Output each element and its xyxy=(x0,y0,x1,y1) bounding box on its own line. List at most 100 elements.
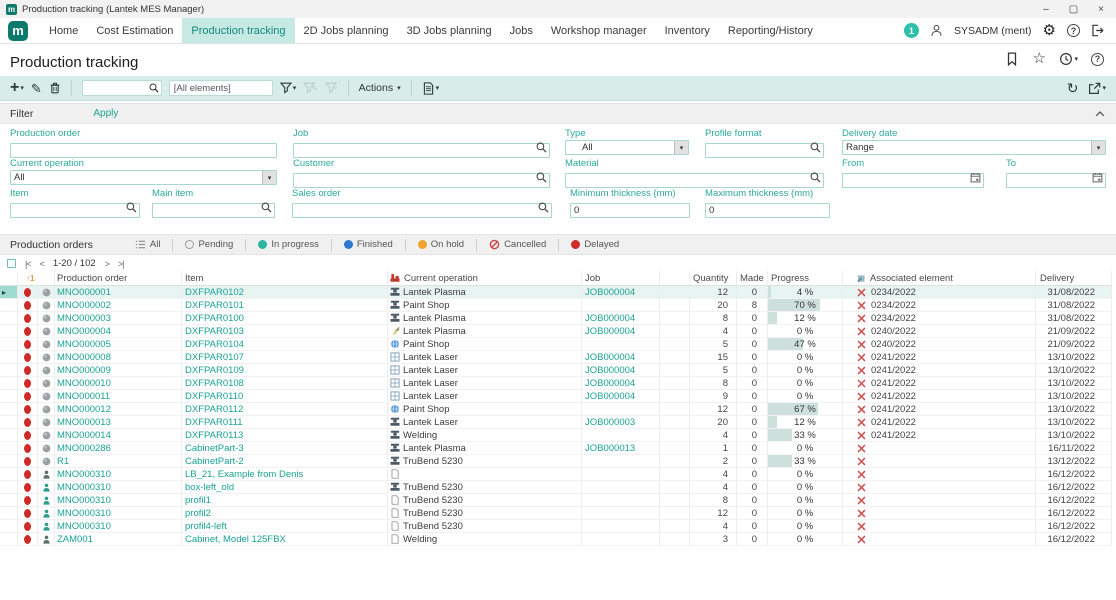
search-icon[interactable] xyxy=(810,142,821,153)
table-row[interactable]: MNO000310 LB_21, Example from Denis 4 0 … xyxy=(0,468,1112,481)
remove-association-icon[interactable] xyxy=(857,483,866,492)
menu-item-home[interactable]: Home xyxy=(40,18,87,43)
calendar-icon[interactable] xyxy=(1092,172,1103,183)
chevron-down-icon[interactable]: ▾ xyxy=(1091,141,1105,154)
table-row[interactable]: MNO000009 DXFPAR0109 Lantek Laser JOB000… xyxy=(0,364,1112,377)
last-page-button[interactable]: >| xyxy=(118,259,124,269)
current-operation-select[interactable]: All▾ xyxy=(10,170,277,185)
search-icon[interactable] xyxy=(126,202,137,213)
table-row[interactable]: MNO000005 DXFPAR0104 Paint Shop 5 0 47 %… xyxy=(0,338,1112,351)
menu-item-jobs[interactable]: Jobs xyxy=(501,18,542,43)
user-name[interactable]: SYSADM (ment) xyxy=(954,25,1032,37)
search-icon[interactable] xyxy=(538,202,549,213)
table-row[interactable]: MNO000003 DXFPAR0100 Lantek Plasma JOB00… xyxy=(0,312,1112,325)
legend-finished[interactable]: Finished xyxy=(344,239,393,250)
chevron-down-icon[interactable]: ▾ xyxy=(262,171,276,184)
calendar-icon[interactable] xyxy=(970,172,981,183)
job-link[interactable] xyxy=(582,507,660,519)
job-link[interactable] xyxy=(582,429,660,441)
item-link[interactable]: profil2 xyxy=(182,507,388,519)
first-page-button[interactable]: |< xyxy=(25,259,31,269)
legend-all[interactable]: All xyxy=(135,239,161,250)
row-selector[interactable] xyxy=(0,312,18,324)
table-row[interactable]: MNO000014 DXFPAR0113 Welding 4 0 33 % 02… xyxy=(0,429,1112,442)
row-selector[interactable] xyxy=(0,533,18,545)
menu-item-3d-jobs-planning[interactable]: 3D Jobs planning xyxy=(398,18,501,43)
item-link[interactable]: CabinetPart-3 xyxy=(182,442,388,454)
menu-item-inventory[interactable]: Inventory xyxy=(656,18,719,43)
select-all-checkbox[interactable] xyxy=(7,259,16,268)
item-link[interactable]: DXFPAR0109 xyxy=(182,364,388,376)
column-delivery[interactable]: Delivery xyxy=(1036,271,1112,285)
actions-button[interactable]: Actions ▾ xyxy=(359,82,401,94)
material-input[interactable] xyxy=(565,173,824,188)
search-icon[interactable] xyxy=(810,172,821,183)
production-order-link[interactable]: MNO000001 xyxy=(55,286,182,298)
item-link[interactable]: DXFPAR0112 xyxy=(182,403,388,415)
table-row[interactable]: MNO000012 DXFPAR0112 Paint Shop 12 0 67 … xyxy=(0,403,1112,416)
add-button[interactable]: +▾ xyxy=(10,80,24,96)
remove-association-icon[interactable] xyxy=(857,288,866,297)
table-row[interactable]: MNO000001 DXFPAR0102 Lantek Plasma JOB00… xyxy=(0,286,1112,299)
job-link[interactable]: JOB000004 xyxy=(582,325,660,337)
job-link[interactable] xyxy=(582,455,660,467)
production-order-link[interactable]: MNO000010 xyxy=(55,377,182,389)
job-link[interactable]: JOB000013 xyxy=(582,442,660,454)
profile-format-input[interactable] xyxy=(705,143,824,158)
remove-association-icon[interactable] xyxy=(857,431,866,440)
apply-filter-link[interactable]: Apply xyxy=(93,108,118,119)
item-link[interactable]: DXFPAR0111 xyxy=(182,416,388,428)
production-order-link[interactable]: MNO000310 xyxy=(55,520,182,532)
job-link[interactable]: JOB000003 xyxy=(582,416,660,428)
settings-gear-icon[interactable]: ⚙ xyxy=(1043,23,1056,38)
legend-cancelled[interactable]: Cancelled xyxy=(489,239,546,250)
delivery-date-select[interactable]: Range▾ xyxy=(842,140,1106,155)
table-row[interactable]: MNO000008 DXFPAR0107 Lantek Laser JOB000… xyxy=(0,351,1112,364)
column-quantity[interactable]: Quantity xyxy=(690,271,737,285)
production-order-link[interactable]: MNO000310 xyxy=(55,468,182,480)
row-selector[interactable] xyxy=(0,455,18,467)
page-help-icon[interactable]: ? xyxy=(1091,53,1104,66)
edit-filter-button[interactable]: ✎ xyxy=(303,82,318,94)
row-selector[interactable] xyxy=(0,429,18,441)
production-order-link[interactable]: MNO000310 xyxy=(55,507,182,519)
row-selector[interactable] xyxy=(0,286,18,298)
production-order-link[interactable]: MNO000012 xyxy=(55,403,182,415)
table-row[interactable]: R1 CabinetPart-2 TruBend 5230 2 0 33 % 1… xyxy=(0,455,1112,468)
legend-pending[interactable]: Pending xyxy=(185,239,233,250)
row-selector[interactable] xyxy=(0,351,18,363)
menu-item-reporting-history[interactable]: Reporting/History xyxy=(719,18,822,43)
min-thickness-input[interactable] xyxy=(570,203,690,218)
notification-badge[interactable]: 1 xyxy=(904,23,919,38)
legend-in-progress[interactable]: In progress xyxy=(258,239,319,250)
remove-association-icon[interactable] xyxy=(857,353,866,362)
job-link[interactable] xyxy=(582,403,660,415)
menu-item-workshop-manager[interactable]: Workshop manager xyxy=(542,18,656,43)
remove-association-icon[interactable] xyxy=(857,314,866,323)
sales-order-input[interactable] xyxy=(292,203,552,218)
production-order-link[interactable]: MNO000310 xyxy=(55,481,182,493)
job-link[interactable] xyxy=(582,481,660,493)
chevron-down-icon[interactable]: ▾ xyxy=(674,141,688,154)
job-link[interactable] xyxy=(582,468,660,480)
row-selector[interactable] xyxy=(0,494,18,506)
item-link[interactable]: DXFPAR0104 xyxy=(182,338,388,350)
type-select[interactable]: All▾ xyxy=(565,140,689,155)
sort-header[interactable]: ↑1 xyxy=(18,271,55,285)
history-clock-icon[interactable]: ▾ xyxy=(1059,52,1078,66)
row-selector[interactable] xyxy=(0,325,18,337)
production-order-link[interactable]: MNO000008 xyxy=(55,351,182,363)
job-link[interactable]: JOB000004 xyxy=(582,286,660,298)
to-date-input[interactable] xyxy=(1006,173,1106,188)
item-link[interactable]: CabinetPart-2 xyxy=(182,455,388,467)
production-order-link[interactable]: MNO000286 xyxy=(55,442,182,454)
row-selector[interactable] xyxy=(0,442,18,454)
edit-pencil-button[interactable]: ✎ xyxy=(31,82,42,95)
delete-trash-button[interactable] xyxy=(49,82,61,94)
column-production-order[interactable]: Production order xyxy=(55,271,182,285)
job-link[interactable] xyxy=(582,533,660,545)
from-date-input[interactable] xyxy=(842,173,984,188)
remove-association-icon[interactable] xyxy=(857,444,866,453)
production-order-link[interactable]: MNO000310 xyxy=(55,494,182,506)
job-input[interactable] xyxy=(293,143,550,158)
